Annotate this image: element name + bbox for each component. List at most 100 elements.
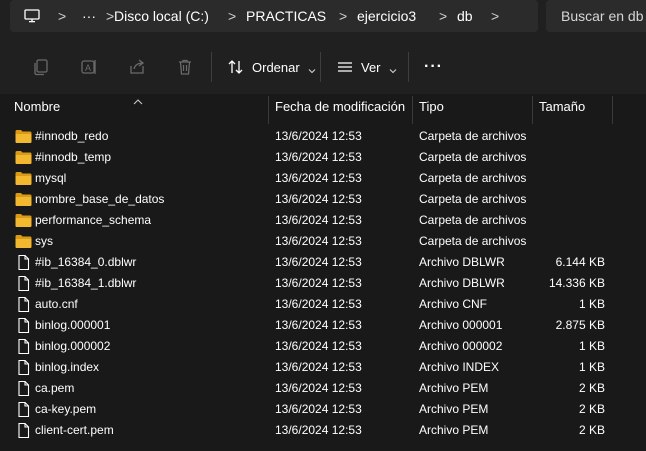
this-pc-icon[interactable] [24,8,40,24]
file-modified: 13/6/2024 12:53 [275,213,362,227]
chevron-right-icon[interactable]: > [106,0,114,32]
address-bar-row: > ··· > Disco local (C:) > PRACTICAS > e… [0,0,646,36]
chevron-right-icon[interactable]: > [491,0,499,32]
file-icon [15,401,32,418]
file-type: Carpeta de archivos [419,129,527,143]
file-icon [15,422,32,439]
file-size: 2 KB [578,423,605,437]
copy-icon[interactable] [32,58,50,76]
rename-icon[interactable]: A [80,58,98,76]
file-name: binlog.000002 [35,339,111,353]
column-header-modified[interactable]: Fecha de modificación [275,94,405,120]
file-modified: 13/6/2024 12:53 [275,318,362,332]
file-modified: 13/6/2024 12:53 [275,360,362,374]
file-type: Archivo DBLWR [419,255,505,269]
more-options-button[interactable]: ··· [424,57,443,77]
file-row[interactable]: client-cert.pem 13/6/2024 12:53 Archivo PE… [0,420,646,441]
svg-text:A: A [85,63,91,73]
file-name: binlog.000001 [35,318,111,332]
file-type: Archivo 000001 [419,318,503,332]
file-size [539,189,605,210]
file-row[interactable]: performance_schema 13/6/2024 12:53 Carpeta… [0,210,646,231]
file-size [539,168,605,189]
folder-icon [15,171,32,186]
file-name: sys [35,234,53,248]
file-type: Carpeta de archivos [419,234,527,248]
sort-label: Ordenar [252,59,300,75]
file-size: 1 KB [578,360,605,374]
address-bar[interactable]: > ··· > Disco local (C:) > PRACTICAS > e… [10,0,538,32]
file-row[interactable]: sys 13/6/2024 12:53 Carpeta de archivos [0,231,646,252]
breadcrumb-db[interactable]: db [457,0,473,32]
share-icon[interactable] [128,58,146,76]
file-icon [15,296,32,313]
file-modified: 13/6/2024 12:53 [275,402,362,416]
search-placeholder: Buscar en db [561,8,644,24]
column-divider[interactable] [532,96,533,124]
toolbar-divider [320,52,321,82]
sort-button[interactable]: Ordenar [228,57,316,77]
chevron-right-icon[interactable]: > [439,0,447,32]
file-row[interactable]: #innodb_temp 13/6/2024 12:53 Carpeta de ar… [0,147,646,168]
file-type: Carpeta de archivos [419,213,527,227]
breadcrumb-disco-local[interactable]: Disco local (C:) [114,0,209,32]
file-icon [15,254,32,271]
file-icon [15,359,32,376]
chevron-right-icon[interactable]: > [58,0,66,32]
column-divider[interactable] [612,96,613,124]
file-modified: 13/6/2024 12:53 [275,381,362,395]
chevron-right-icon[interactable]: > [228,0,236,32]
column-divider[interactable] [268,96,269,124]
column-header-size[interactable]: Tamaño [539,94,585,120]
file-name: client-cert.pem [35,423,114,437]
file-type: Archivo PEM [419,423,489,437]
file-name: ca-key.pem [35,402,97,416]
toolbar-divider [211,52,212,82]
file-size [539,126,605,147]
file-row[interactable]: mysql 13/6/2024 12:53 Carpeta de archivos [0,168,646,189]
file-size [539,231,605,252]
file-row[interactable]: auto.cnf 13/6/2024 12:53 Archivo CNF 1 KB [0,294,646,315]
file-type: Archivo CNF [419,297,488,311]
view-list-icon [337,59,353,75]
breadcrumb-practicas[interactable]: PRACTICAS [246,0,326,32]
delete-icon[interactable] [176,58,194,76]
file-size: 2 KB [578,402,605,416]
file-name: auto.cnf [35,297,78,311]
file-row[interactable]: binlog.000001 13/6/2024 12:53 Archivo 0000… [0,315,646,336]
search-input[interactable]: Buscar en db [546,0,646,32]
file-row[interactable]: ca.pem 13/6/2024 12:53 Archivo PEM 2 KB [0,378,646,399]
file-type: Carpeta de archivos [419,150,527,164]
file-row[interactable]: #ib_16384_0.dblwr 13/6/2024 12:53 Archivo … [0,252,646,273]
file-row[interactable]: ca-key.pem 13/6/2024 12:53 Archivo PEM 2 KB [0,399,646,420]
toolbar-divider [408,52,409,82]
file-modified: 13/6/2024 12:53 [275,192,362,206]
file-name: #ib_16384_0.dblwr [35,255,137,269]
sort-icon [228,59,244,75]
file-icon [15,380,32,397]
file-modified: 13/6/2024 12:53 [275,171,362,185]
file-row[interactable]: #innodb_redo 13/6/2024 12:53 Carpeta de ar… [0,126,646,147]
file-size [539,210,605,231]
chevron-right-icon[interactable]: > [339,0,347,32]
view-button[interactable]: Ver [337,57,397,77]
file-icon [15,338,32,355]
file-row[interactable]: nombre_base_de_datos 13/6/2024 12:53 Carpe… [0,189,646,210]
folder-icon [15,150,32,165]
file-modified: 13/6/2024 12:53 [275,423,362,437]
breadcrumb-overflow[interactable]: ··· [82,0,96,32]
file-row[interactable]: binlog.index 13/6/2024 12:53 Archivo INDEX… [0,357,646,378]
file-row[interactable]: binlog.000002 13/6/2024 12:53 Archivo 0000… [0,336,646,357]
file-name: mysql [35,171,67,185]
column-header-type[interactable]: Tipo [419,94,444,120]
column-divider[interactable] [412,96,413,124]
column-header-name[interactable]: Nombre [14,94,60,120]
file-name: binlog.index [35,360,100,374]
file-name: #innodb_redo [35,129,109,143]
file-modified: 13/6/2024 12:53 [275,339,362,353]
file-row[interactable]: #ib_16384_1.dblwr 13/6/2024 12:53 Archivo … [0,273,646,294]
file-size: 6.144 KB [555,255,605,269]
file-size: 2 KB [578,381,605,395]
file-size [539,147,605,168]
breadcrumb-ejercicio3[interactable]: ejercicio3 [357,0,416,32]
